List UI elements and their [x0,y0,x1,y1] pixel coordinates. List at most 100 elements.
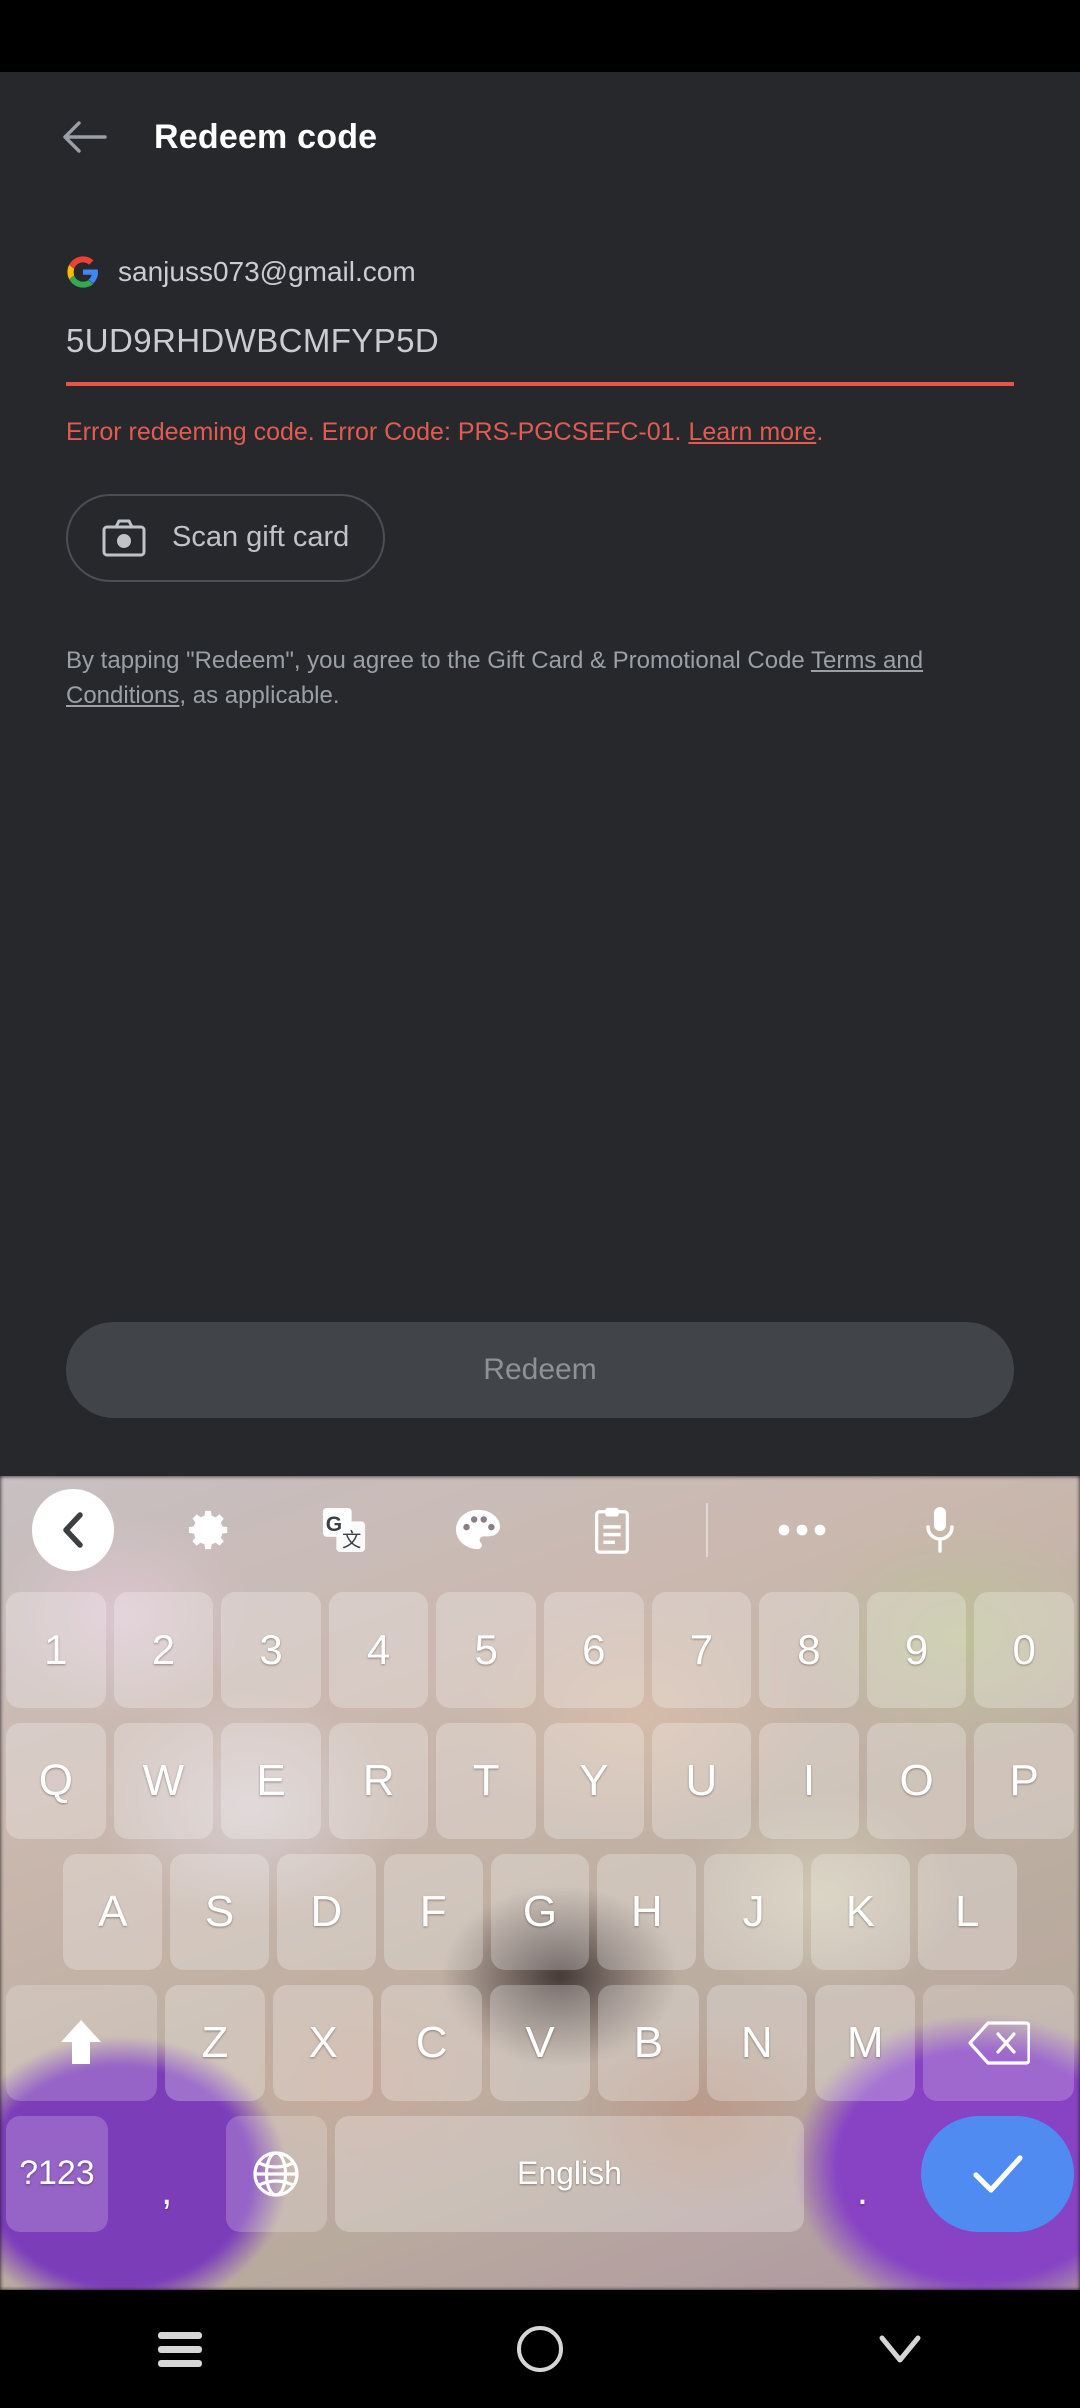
language-switch-key[interactable] [225,2115,328,2232]
keyboard-toolbar-back-button[interactable] [0,1489,114,1571]
key-0[interactable]: 0 [974,1591,1074,1708]
redeem-button-label: Redeem [483,1353,597,1386]
terms-suffix: , as applicable. [179,681,340,709]
clipboard-icon [595,1507,629,1554]
app-bar: Redeem code [0,72,1080,202]
palette-icon [456,1509,500,1550]
home-button[interactable] [480,2290,600,2408]
shift-key[interactable] [5,1984,157,2101]
keyboard-row-top: Q W E R T Y U I O P [0,1715,1080,1846]
input-underline-error [66,382,1014,386]
terms-prefix: By tapping "Redeem", you agree to the Gi… [66,646,812,674]
key-8[interactable]: 8 [759,1591,859,1708]
status-bar [0,0,1080,72]
key-t[interactable]: T [436,1722,536,1839]
keyboard-toolbar-divider [706,1503,708,1557]
keyboard-translate-button[interactable]: G 文 [306,1492,382,1568]
key-b[interactable]: B [598,1984,699,2101]
keyboard-row-bottom: Z X C V B N M [0,1977,1080,2108]
shift-icon [61,2019,102,2064]
keyboard-toolbar: G 文 [0,1476,1080,1584]
svg-text:G: G [326,1513,342,1536]
redeem-button[interactable]: Redeem [66,1322,1014,1418]
redeem-code-screen: Redeem code sanjuss073@gmail.com 5UD9RHD… [0,72,1080,1476]
key-x[interactable]: X [272,1984,374,2101]
keyboard-row-home: A S D F G H J K L [0,1846,1080,1977]
page-title: Redeem code [154,117,378,156]
phone-screen: Redeem code sanjuss073@gmail.com 5UD9RHD… [0,0,1080,2408]
learn-more-link[interactable]: Learn more [688,418,816,446]
google-translate-icon: G 文 [322,1507,366,1553]
keyboard-settings-button[interactable] [172,1492,248,1568]
key-u[interactable]: U [651,1722,752,1839]
key-7[interactable]: 7 [651,1591,752,1708]
row-home-right-spacer [1025,1854,1074,1970]
account-row[interactable]: sanjuss073@gmail.com [0,250,1080,294]
space-key[interactable]: English [335,2115,804,2232]
key-e[interactable]: E [221,1722,321,1839]
key-1[interactable]: 1 [6,1591,106,1708]
key-h[interactable]: H [597,1853,697,1970]
key-w[interactable]: W [113,1722,214,1839]
row-home-left-spacer [6,1854,55,1970]
key-d[interactable]: D [277,1853,376,1970]
key-a[interactable]: A [63,1853,163,1970]
keyboard-row-numbers: 1 2 3 4 5 6 7 8 9 0 [0,1584,1080,1715]
backspace-icon [968,2020,1030,2065]
enter-key[interactable] [921,2115,1074,2232]
redeem-code-value: 5UD9RHDWBCMFYP5D [66,322,440,359]
key-m[interactable]: M [815,1984,916,2101]
home-circle-icon [517,2326,563,2372]
key-y[interactable]: Y [544,1722,644,1839]
key-4[interactable]: 4 [328,1591,429,1708]
key-9[interactable]: 9 [866,1591,967,1708]
recents-button[interactable] [120,2290,240,2408]
error-text: Error redeeming code. Error Code: PRS-PG… [66,418,682,446]
key-l[interactable]: L [917,1853,1017,1970]
key-3[interactable]: 3 [221,1591,321,1708]
key-g[interactable]: G [490,1853,590,1970]
key-5[interactable]: 5 [436,1591,536,1708]
key-k[interactable]: K [810,1853,910,1970]
microphone-icon [926,1507,954,1553]
back-button[interactable] [48,101,120,173]
period-key[interactable]: . [812,2116,914,2232]
error-message: Error redeeming code. Error Code: PRS-PG… [66,416,1014,450]
key-n[interactable]: N [706,1984,808,2101]
redeem-code-input[interactable]: 5UD9RHDWBCMFYP5D [66,322,1014,386]
camera-icon [102,519,146,557]
key-i[interactable]: I [759,1722,859,1839]
key-q[interactable]: Q [6,1722,106,1839]
backspace-key[interactable] [923,1984,1075,2101]
account-email: sanjuss073@gmail.com [118,256,416,287]
menu-icon [158,2325,202,2374]
key-c[interactable]: C [381,1984,482,2101]
arrow-left-icon [63,121,107,153]
scan-gift-card-button[interactable]: Scan gift card [66,493,386,582]
key-z[interactable]: Z [164,1984,265,2101]
google-g-logo [67,256,98,288]
symbols-key[interactable]: ?123 [6,2115,108,2232]
system-navigation-bar [0,2290,1080,2408]
back-dismiss-keyboard-button[interactable] [840,2290,960,2408]
chevron-left-icon [63,1512,83,1548]
terms-text: By tapping "Redeem", you agree to the Gi… [66,644,966,714]
comma-key[interactable]: , [116,2116,218,2232]
key-o[interactable]: O [866,1722,967,1839]
keyboard-voice-input-button[interactable] [902,1492,978,1568]
key-p[interactable]: P [974,1722,1074,1839]
key-2[interactable]: 2 [113,1591,214,1708]
keyboard-theme-button[interactable] [440,1492,516,1568]
scan-gift-card-label: Scan gift card [172,521,350,554]
keyboard-more-options-button[interactable] [764,1492,840,1568]
key-6[interactable]: 6 [544,1591,644,1708]
globe-icon [253,2150,300,2197]
ellipsis-icon [778,1524,826,1536]
key-f[interactable]: F [383,1853,483,1970]
key-v[interactable]: V [489,1984,591,2101]
chevron-down-icon [879,2335,921,2363]
key-s[interactable]: S [170,1853,269,1970]
key-j[interactable]: J [704,1853,803,1970]
key-r[interactable]: R [328,1722,429,1839]
keyboard-clipboard-button[interactable] [574,1492,650,1568]
